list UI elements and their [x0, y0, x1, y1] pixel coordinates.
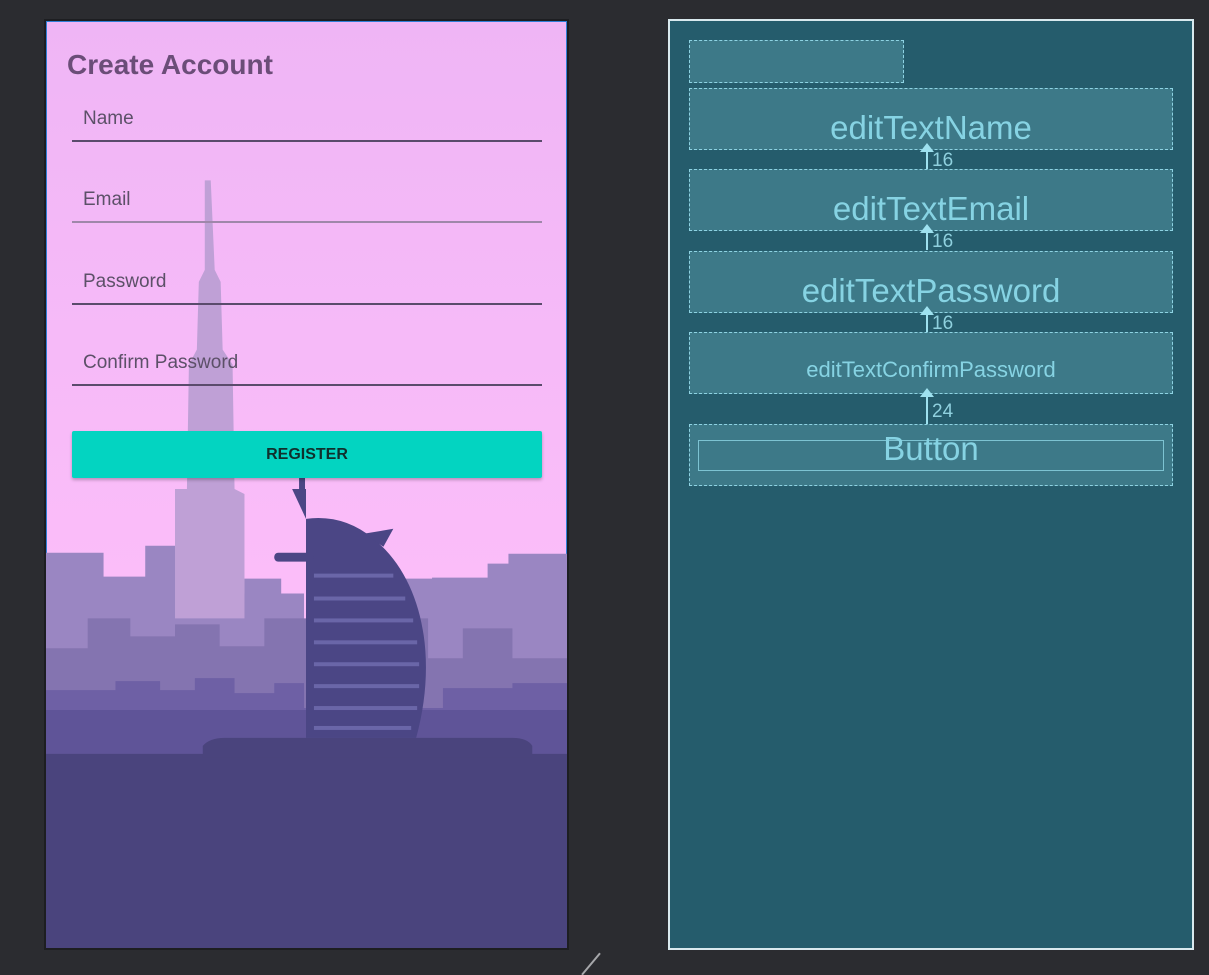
- blueprint-edittext-confirm-password[interactable]: editTextConfirmPassword: [689, 332, 1173, 394]
- blueprint-edittext-password[interactable]: editTextPassword: [689, 251, 1173, 313]
- name-field[interactable]: [72, 102, 542, 142]
- blueprint-edittext-name[interactable]: editTextName: [689, 88, 1173, 150]
- blueprint-title-view[interactable]: [689, 40, 904, 83]
- margin-arrow-icon: [920, 388, 934, 424]
- margin-arrow-icon: [920, 143, 934, 169]
- design-preview[interactable]: Create Account REGISTER: [44, 19, 569, 950]
- email-field[interactable]: [72, 183, 542, 223]
- confirm-password-field[interactable]: [72, 346, 542, 386]
- blueprint-edittext-email[interactable]: editTextEmail: [689, 169, 1173, 231]
- confirm-password-field-container: [72, 346, 542, 386]
- blueprint-label: editTextConfirmPassword: [806, 357, 1056, 382]
- name-field-container: [72, 102, 542, 142]
- margin-value: 24: [932, 401, 954, 422]
- blueprint-register-button[interactable]: Button: [689, 424, 1173, 486]
- page-title: Create Account: [67, 49, 273, 80]
- city-skyline-illustration: [46, 180, 567, 948]
- register-button[interactable]: REGISTER: [72, 431, 542, 478]
- blueprint-label: Button: [883, 430, 979, 467]
- blueprint-label: editTextName: [830, 109, 1032, 146]
- resize-handle-icon[interactable]: [581, 952, 601, 975]
- margin-value: 16: [932, 231, 954, 252]
- margin-arrow-icon: [920, 224, 934, 250]
- password-field[interactable]: [72, 265, 542, 305]
- blueprint-label: editTextEmail: [832, 190, 1030, 227]
- blueprint-label: editTextPassword: [801, 272, 1061, 309]
- blueprint-preview[interactable]: editTextName 16 editTextEmail 16 editTex…: [668, 19, 1194, 950]
- margin-arrow-icon: [920, 306, 934, 332]
- email-field-container: [72, 183, 542, 223]
- password-field-container: [72, 265, 542, 305]
